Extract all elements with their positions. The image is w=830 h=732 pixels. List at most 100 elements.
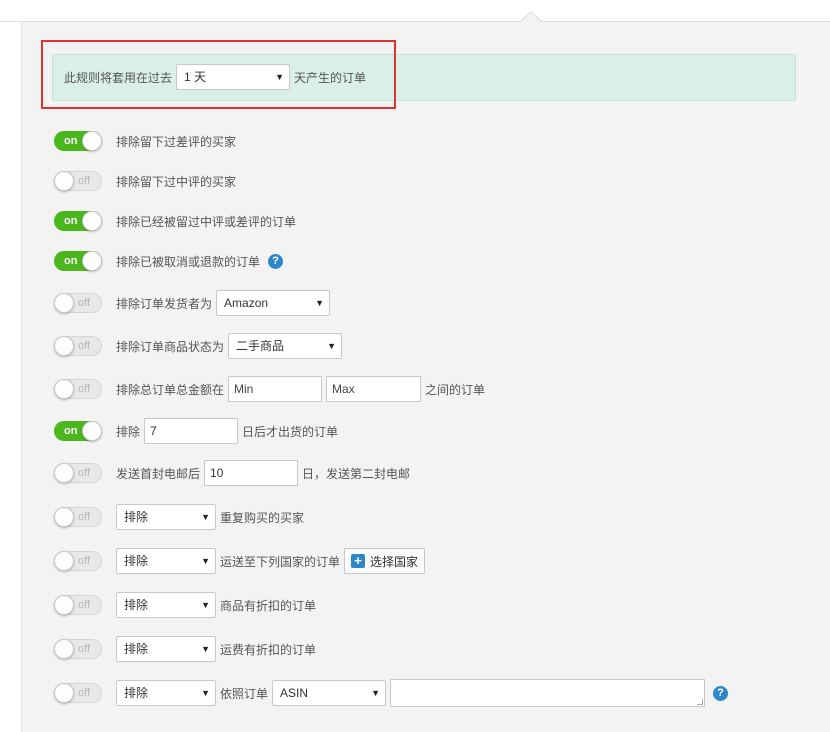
- fulfillment-select[interactable]: Amazon ▼: [216, 290, 331, 316]
- chevron-down-icon: ▼: [201, 688, 210, 698]
- toggle-state-label: off: [78, 383, 91, 395]
- toggle-state-label: off: [78, 643, 91, 655]
- toggle-state-label: off: [78, 511, 91, 523]
- rule-row-item-discount: off 排除 ▼ 商品有折扣的订单: [54, 591, 316, 619]
- rule-label: 排除留下过差评的买家: [116, 134, 237, 149]
- rule-label: 商品有折扣的订单: [220, 598, 317, 613]
- toggle-knob: [54, 683, 74, 703]
- toggle-switch[interactable]: off: [54, 293, 102, 313]
- rule-row-order-total: off 排除总订单总金额在 Min Max 之间的订单: [54, 375, 485, 403]
- exclude-select[interactable]: 排除 ▼: [116, 636, 216, 662]
- toggle-switch[interactable]: on: [54, 421, 102, 441]
- plus-icon: +: [351, 554, 366, 568]
- rule-row-fulfillment: off 排除订单发货者为 Amazon ▼: [54, 289, 331, 317]
- toggle-switch[interactable]: on: [54, 211, 102, 231]
- rule-label: 排除总订单总金额在: [116, 382, 225, 397]
- rule-label: 排除留下过中评的买家: [116, 174, 237, 189]
- rule-label: 运费有折扣的订单: [220, 642, 317, 657]
- help-icon[interactable]: ?: [713, 685, 729, 701]
- order-values-textarea[interactable]: [390, 679, 706, 707]
- days-select-value: 1 天: [184, 70, 207, 84]
- range-prefix-label: 此规则将套用在过去: [64, 70, 173, 85]
- resize-grip-icon[interactable]: [697, 699, 704, 705]
- rule-suffix-label: 日，发送第二封电邮: [302, 466, 411, 481]
- chevron-down-icon: ▼: [201, 644, 210, 654]
- toggle-switch[interactable]: on: [54, 131, 102, 151]
- rule-label: 重复购买的买家: [220, 510, 305, 525]
- chevron-down-icon: ▼: [275, 72, 285, 82]
- help-icon[interactable]: ?: [268, 253, 284, 269]
- exclude-select-value: 排除: [124, 686, 149, 700]
- chevron-down-icon: ▼: [315, 298, 325, 308]
- email-days-input[interactable]: 10: [204, 460, 299, 486]
- toggle-switch[interactable]: off: [54, 171, 102, 191]
- exclude-select[interactable]: 排除 ▼: [116, 592, 216, 618]
- rule-row-ship-days: on 排除 7 日后才出货的订单: [54, 417, 338, 445]
- toggle-knob: [54, 639, 74, 659]
- days-select[interactable]: 1 天 ▼: [176, 64, 291, 90]
- rule-row-cancelled-orders: on 排除已被取消或退款的订单 ?: [54, 247, 284, 275]
- exclude-select[interactable]: 排除 ▼: [116, 680, 216, 706]
- toggle-knob: [82, 421, 102, 441]
- toggle-knob: [82, 251, 102, 271]
- toggle-switch[interactable]: off: [54, 336, 102, 356]
- toggle-state-label: off: [78, 467, 91, 479]
- exclude-select-value: 排除: [124, 598, 149, 612]
- toggle-switch[interactable]: off: [54, 379, 102, 399]
- exclude-select-value: 排除: [124, 554, 149, 568]
- toggle-state-label: on: [64, 135, 78, 147]
- toggle-switch[interactable]: off: [54, 551, 102, 571]
- toggle-switch[interactable]: off: [54, 463, 102, 483]
- toggle-knob: [54, 595, 74, 615]
- exclude-select[interactable]: 排除 ▼: [116, 504, 216, 530]
- toggle-state-label: on: [64, 215, 78, 227]
- toggle-state-label: off: [78, 340, 91, 352]
- chevron-down-icon: ▼: [327, 341, 337, 351]
- toggle-switch[interactable]: on: [54, 251, 102, 271]
- toggle-knob: [82, 211, 102, 231]
- rule-suffix-label: 日后才出货的订单: [242, 424, 339, 439]
- toggle-switch[interactable]: off: [54, 639, 102, 659]
- toggle-switch[interactable]: off: [54, 683, 102, 703]
- toggle-knob: [54, 551, 74, 571]
- rule-row-item-condition: off 排除订单商品状态为 二手商品 ▼: [54, 332, 343, 360]
- toggle-state-label: on: [64, 255, 78, 267]
- rule-row-reviewed-orders: on 排除已经被留过中评或差评的订单: [54, 207, 296, 235]
- toggle-state-label: off: [78, 297, 91, 309]
- toggle-state-label: off: [78, 555, 91, 567]
- toggle-state-label: off: [78, 687, 91, 699]
- rule-label: 发送首封电邮后: [116, 466, 201, 481]
- toggle-switch[interactable]: off: [54, 595, 102, 615]
- left-panel-edge: [0, 22, 22, 732]
- fulfillment-select-value: Amazon: [224, 296, 269, 310]
- rule-row-shipping-discount: off 排除 ▼ 运费有折扣的订单: [54, 635, 316, 663]
- ship-days-input[interactable]: 7: [144, 418, 239, 444]
- chevron-down-icon: ▼: [201, 600, 210, 610]
- rule-row-neutral-feedback: off 排除留下过中评的买家: [54, 167, 236, 195]
- toggle-switch[interactable]: off: [54, 507, 102, 527]
- order-field-select[interactable]: ASIN ▼: [272, 680, 387, 706]
- toggle-knob: [82, 131, 102, 151]
- order-field-select-value: ASIN: [280, 686, 309, 700]
- toggle-state-label: off: [78, 175, 91, 187]
- range-suffix-label: 天产生的订单: [294, 70, 367, 85]
- rule-label: 运送至下列国家的订单: [220, 554, 341, 569]
- toggle-state-label: off: [78, 599, 91, 611]
- max-amount-input[interactable]: Max: [326, 376, 422, 402]
- rule-label: 排除已经被留过中评或差评的订单: [116, 214, 297, 229]
- exclude-select-value: 排除: [124, 642, 149, 656]
- rule-row-repeat-buyers: off 排除 ▼ 重复购买的买家: [54, 503, 304, 531]
- select-country-label: 选择国家: [370, 554, 419, 569]
- rule-row-by-order-field: off 排除 ▼ 依照订单 ASIN ▼ ?: [54, 678, 729, 708]
- condition-select[interactable]: 二手商品 ▼: [228, 333, 343, 359]
- rule-row-negative-feedback: on 排除留下过差评的买家: [54, 127, 236, 155]
- select-country-button[interactable]: + 选择国家: [344, 548, 426, 574]
- toggle-knob: [54, 336, 74, 356]
- exclude-select[interactable]: 排除 ▼: [116, 548, 216, 574]
- toggle-knob: [54, 171, 74, 191]
- min-amount-input[interactable]: Min: [228, 376, 323, 402]
- toggle-knob: [54, 293, 74, 313]
- rule-label: 排除已被取消或退款的订单: [116, 254, 261, 269]
- date-range-row: 此规则将套用在过去 1 天 ▼ 天产生的订单: [64, 64, 366, 90]
- toggle-state-label: on: [64, 425, 78, 437]
